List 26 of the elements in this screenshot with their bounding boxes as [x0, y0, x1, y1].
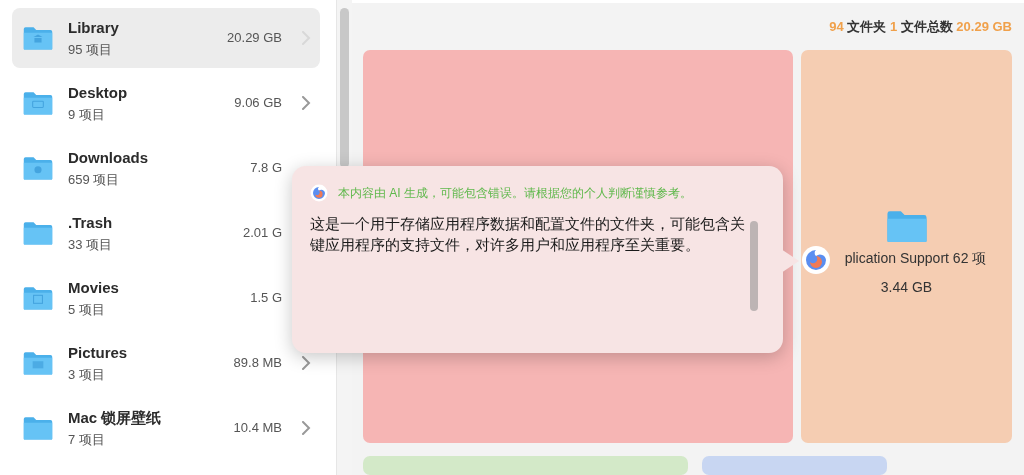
item-count: 9 项目 — [68, 105, 106, 124]
folder-name: .Trash — [68, 213, 113, 233]
item-count: 7 项目 — [68, 430, 106, 449]
item-count: 5 项目 — [68, 300, 106, 319]
folder-size: 7.8 G — [249, 159, 282, 178]
folder-name: Mac 锁屏壁纸 — [68, 408, 162, 428]
folder-size: 9.06 GB — [233, 94, 282, 113]
description-text: 这是一个用于存储应用程序数据和配置文件的文件夹，可能包含关键应用程序的支持文件，对许多用户和应用程序至关重要。 — [310, 215, 746, 255]
tile-size: 3.44 GB — [880, 278, 933, 298]
folder-size: 89.8 MB — [232, 354, 282, 373]
item-count: 659 项目 — [68, 170, 121, 189]
tile-label: plication Support 62 项 — [843, 249, 987, 269]
folder-name: Library — [68, 18, 119, 38]
summary-text: 94 文件夹 1 文件总数 20.29 GB — [828, 18, 1012, 36]
folder-name: Desktop — [68, 83, 128, 103]
folder-name: Pictures — [68, 343, 128, 363]
folder-size: 20.29 GB — [226, 29, 282, 48]
folder-size: 10.4 MB — [232, 419, 282, 438]
folder-name: Movies — [68, 278, 119, 298]
item-count: 3 项目 — [68, 365, 106, 384]
item-count: 95 项目 — [68, 40, 114, 59]
folder-size: 1.5 G — [249, 289, 282, 308]
item-count: 33 项目 — [68, 235, 113, 254]
ai-notice: 本内容由 AI 生成，可能包含错误。请根据您的个人判断谨慎参考。 — [338, 185, 692, 202]
folder-size: 2.01 G — [241, 224, 282, 243]
folder-name: Downloads — [68, 148, 148, 168]
